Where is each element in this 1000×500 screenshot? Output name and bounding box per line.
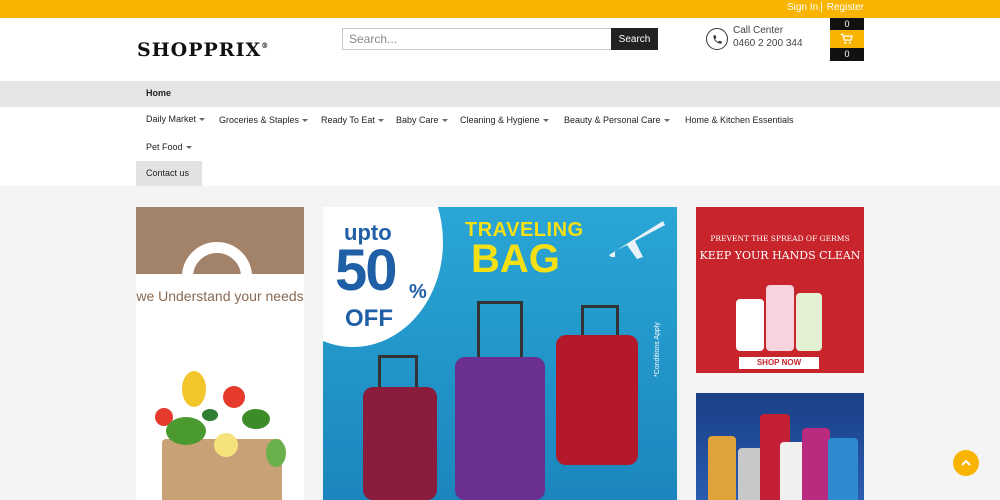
banner-traveling-bag[interactable]: upto 50 % OFF TRAVELING BAG *Conditions … xyxy=(323,207,677,500)
suitcase-red xyxy=(556,335,638,465)
top-bar: Sign In | Register xyxy=(0,0,1000,18)
nav-item-label: Cleaning & Hygiene xyxy=(460,115,540,125)
nav-item-pet-food[interactable]: Pet Food xyxy=(146,142,192,152)
nav-home[interactable]: Home xyxy=(146,88,171,98)
caret-down-icon xyxy=(663,119,670,123)
search-bar: Search xyxy=(342,28,658,50)
site-logo[interactable]: SHOPPRIX® xyxy=(137,39,269,61)
call-center-label: Call Center xyxy=(733,25,784,36)
category-menu: Daily Market Groceries & Staples Ready T… xyxy=(0,107,1000,186)
nav-item-contact-us[interactable]: Contact us xyxy=(136,161,202,186)
promo-percent-sign: % xyxy=(409,281,427,303)
nav-item-cleaning-hygiene[interactable]: Cleaning & Hygiene xyxy=(460,115,549,125)
conditions-apply-note: *Conditions Apply xyxy=(654,322,661,377)
banner-left-promo[interactable]: we Understand your needs xyxy=(136,207,304,500)
product-graphic xyxy=(708,436,736,500)
scroll-to-top-button[interactable] xyxy=(953,450,979,476)
suitcase-maroon xyxy=(363,387,437,500)
search-button[interactable]: Search xyxy=(611,28,658,50)
link-separator: | xyxy=(820,2,823,13)
nav-item-label: Baby Care xyxy=(396,115,439,125)
suitcase-purple xyxy=(455,357,545,500)
product-graphic xyxy=(736,299,764,351)
logo-text: SHOPPRIX xyxy=(137,39,262,61)
nav-item-home-kitchen[interactable]: Home & Kitchen Essentials xyxy=(685,115,794,125)
nav-item-label: Daily Market xyxy=(146,114,197,124)
suitcase-handle xyxy=(581,305,619,337)
nav-item-ready-to-eat[interactable]: Ready To Eat xyxy=(321,115,384,125)
shop-now-button[interactable]: SHOP NOW xyxy=(739,357,819,369)
product-graphic xyxy=(796,293,822,351)
nav-item-beauty-personal-care[interactable]: Beauty & Personal Care xyxy=(564,115,670,125)
cart-icon xyxy=(840,33,854,44)
sign-in-link[interactable]: Sign In xyxy=(787,2,818,13)
suitcase-handle xyxy=(477,301,523,359)
caret-down-icon xyxy=(185,146,192,150)
nav-item-label: Groceries & Staples xyxy=(219,115,300,125)
account-links: Sign In | Register xyxy=(787,2,864,13)
nav-item-daily-market[interactable]: Daily Market xyxy=(146,114,206,124)
search-input[interactable] xyxy=(342,28,611,50)
call-center-number[interactable]: 0460 2 200 344 xyxy=(733,38,803,49)
airplane-icon xyxy=(609,221,665,259)
vegetables-graphic xyxy=(155,371,286,500)
register-link[interactable]: Register xyxy=(827,2,864,13)
cart-count-bottom: 0 xyxy=(830,48,864,61)
promo-percent: 50 xyxy=(335,238,397,303)
promo-hygiene-line1: PREVENT THE SPREAD OF GERMS xyxy=(710,234,850,243)
logo-registered-mark: ® xyxy=(261,41,270,50)
cart-button[interactable] xyxy=(830,30,864,48)
promo-hygiene-line2: KEEP YOUR HANDS CLEAN xyxy=(699,249,861,262)
promo-title-line2: BAG xyxy=(471,237,560,281)
nav-item-label: Home & Kitchen Essentials xyxy=(685,115,794,125)
banner-left-tagline: we Understand your needs xyxy=(136,288,304,304)
nav-item-label: Ready To Eat xyxy=(321,115,375,125)
header: SHOPPRIX® Search Call Center 0460 2 200 … xyxy=(0,18,1000,81)
product-graphic xyxy=(766,285,794,351)
cart-count-top: 0 xyxy=(830,18,864,30)
nav-item-label: Pet Food xyxy=(146,142,183,152)
product-graphic xyxy=(802,428,830,500)
phone-icon xyxy=(706,28,728,50)
nav-item-baby-care[interactable]: Baby Care xyxy=(396,115,448,125)
caret-down-icon xyxy=(302,119,309,123)
nav-item-label: Contact us xyxy=(146,168,190,178)
banner-haircare-promo[interactable] xyxy=(696,393,864,500)
promo-off: OFF xyxy=(345,305,393,332)
caret-down-icon xyxy=(199,118,206,122)
nav-item-label: Beauty & Personal Care xyxy=(564,115,661,125)
arrow-up-icon xyxy=(961,459,971,466)
nav-item-groceries[interactable]: Groceries & Staples xyxy=(219,115,309,125)
caret-down-icon xyxy=(377,119,384,123)
banner-hygiene-promo[interactable]: PREVENT THE SPREAD OF GERMS KEEP YOUR HA… xyxy=(696,207,864,373)
suitcase-handle xyxy=(378,355,418,389)
nav-home-bar: Home xyxy=(0,81,1000,107)
cart-widget[interactable]: 0 0 xyxy=(830,18,864,61)
caret-down-icon xyxy=(441,119,448,123)
caret-down-icon xyxy=(542,119,549,123)
product-graphic xyxy=(828,438,858,500)
